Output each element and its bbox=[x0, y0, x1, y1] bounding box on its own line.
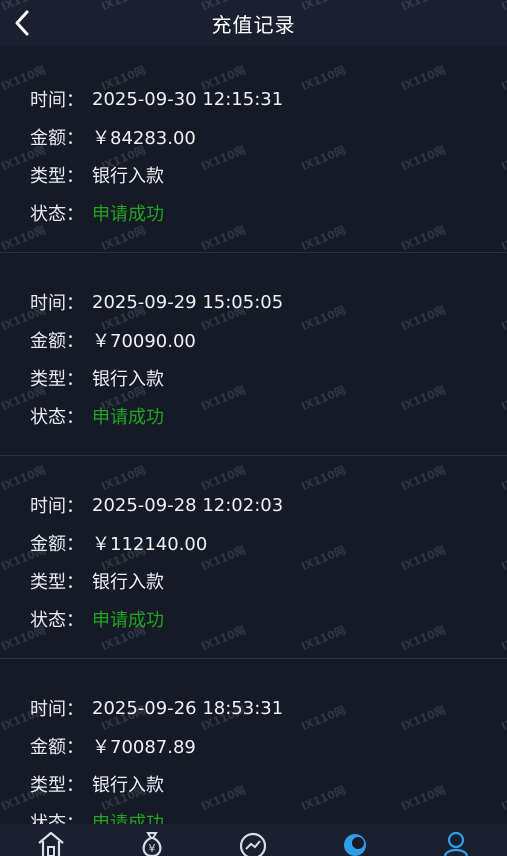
amount-value: ￥84283.00 bbox=[92, 128, 196, 149]
back-button[interactable] bbox=[4, 5, 40, 41]
status-label: 状态： bbox=[30, 204, 84, 225]
status-label: 状态： bbox=[30, 407, 84, 428]
type-row: 类型： 银行入款 bbox=[30, 562, 507, 600]
record-item[interactable]: 时间： 2025-09-28 12:02:03 金额： ￥112140.00 类… bbox=[0, 456, 507, 659]
home-icon bbox=[37, 831, 64, 856]
record-item[interactable]: 时间： 2025-09-30 12:15:31 金额： ￥84283.00 类型… bbox=[0, 50, 507, 253]
amount-label: 金额： bbox=[30, 331, 84, 352]
amount-value: ￥70087.89 bbox=[92, 737, 196, 758]
time-label: 时间： bbox=[30, 90, 84, 111]
amount-value: ￥70090.00 bbox=[92, 331, 196, 352]
tab-chat[interactable] bbox=[325, 824, 385, 856]
type-row: 类型： 银行入款 bbox=[30, 156, 507, 194]
type-label: 类型： bbox=[30, 166, 84, 187]
svg-text:¥: ¥ bbox=[149, 842, 156, 855]
record-item[interactable]: 时间： 2025-09-29 15:05:05 金额： ￥70090.00 类型… bbox=[0, 253, 507, 456]
money-bag-icon: ¥ bbox=[142, 832, 162, 856]
status-row: 状态： 申请成功 bbox=[30, 194, 507, 232]
time-value: 2025-09-30 12:15:31 bbox=[92, 88, 284, 110]
amount-label: 金额： bbox=[30, 534, 84, 555]
bottom-tab-bar: ¥ bbox=[0, 824, 507, 856]
amount-row: 金额： ￥70090.00 bbox=[30, 321, 507, 359]
time-row: 时间： 2025-09-26 18:53:31 bbox=[30, 689, 507, 727]
time-row: 时间： 2025-09-28 12:02:03 bbox=[30, 486, 507, 524]
time-row: 时间： 2025-09-30 12:15:31 bbox=[30, 80, 507, 118]
type-value: 银行入款 bbox=[92, 775, 164, 796]
status-label: 状态： bbox=[30, 610, 84, 631]
time-row: 时间： 2025-09-29 15:05:05 bbox=[30, 283, 507, 321]
type-label: 类型： bbox=[30, 775, 84, 796]
time-label: 时间： bbox=[30, 496, 84, 517]
tab-market[interactable] bbox=[223, 824, 283, 856]
type-value: 银行入款 bbox=[92, 369, 164, 390]
app: 充值记录 时间： 2025-09-30 12:15:31 金额： ￥84283.… bbox=[0, 0, 507, 856]
chart-icon bbox=[240, 832, 267, 856]
chevron-left-icon bbox=[15, 10, 29, 36]
amount-value: ￥112140.00 bbox=[92, 534, 208, 555]
user-icon bbox=[444, 831, 469, 856]
type-row: 类型： 银行入款 bbox=[30, 765, 507, 803]
time-label: 时间： bbox=[30, 699, 84, 720]
time-value: 2025-09-26 18:53:31 bbox=[92, 697, 284, 719]
status-row: 状态： 申请成功 bbox=[30, 600, 507, 638]
status-value: 申请成功 bbox=[92, 610, 164, 631]
amount-label: 金额： bbox=[30, 128, 84, 149]
status-value: 申请成功 bbox=[92, 204, 164, 225]
amount-row: 金额： ￥112140.00 bbox=[30, 524, 507, 562]
tab-home[interactable] bbox=[21, 824, 81, 856]
type-label: 类型： bbox=[30, 572, 84, 593]
type-value: 银行入款 bbox=[92, 166, 164, 187]
amount-row: 金额： ￥70087.89 bbox=[30, 727, 507, 765]
tab-profile[interactable] bbox=[426, 824, 486, 856]
amount-label: 金额： bbox=[30, 737, 84, 758]
record-list: 时间： 2025-09-30 12:15:31 金额： ￥84283.00 类型… bbox=[0, 50, 507, 856]
time-value: 2025-09-29 15:05:05 bbox=[92, 291, 284, 313]
type-label: 类型： bbox=[30, 369, 84, 390]
header-bar: 充值记录 bbox=[0, 0, 507, 46]
tab-finance[interactable]: ¥ bbox=[122, 824, 182, 856]
time-value: 2025-09-28 12:02:03 bbox=[92, 494, 284, 516]
page-title: 充值记录 bbox=[211, 12, 296, 37]
amount-row: 金额： ￥84283.00 bbox=[30, 118, 507, 156]
type-row: 类型： 银行入款 bbox=[30, 359, 507, 397]
chat-icon bbox=[343, 834, 366, 856]
time-label: 时间： bbox=[30, 293, 84, 314]
type-value: 银行入款 bbox=[92, 572, 164, 593]
status-value: 申请成功 bbox=[92, 407, 164, 428]
status-row: 状态： 申请成功 bbox=[30, 397, 507, 435]
